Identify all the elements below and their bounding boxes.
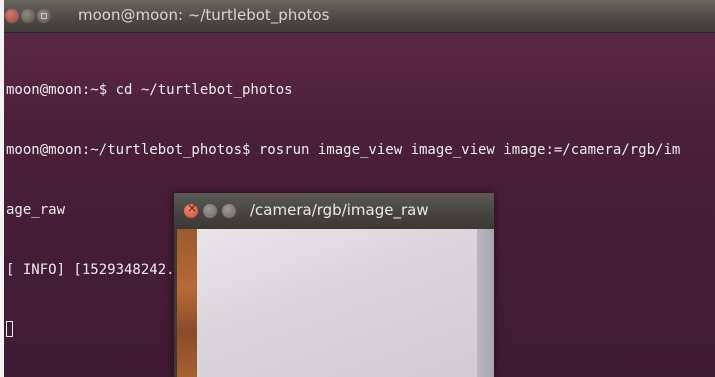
close-icon[interactable] (184, 201, 198, 218)
minimize-icon[interactable] (21, 9, 35, 23)
viewer-titlebar[interactable]: /camera/rgb/image_raw (174, 193, 494, 229)
camera-image (177, 229, 494, 377)
terminal-title: moon@moon: ~/turtlebot_photos (78, 6, 330, 24)
maximize-icon[interactable] (222, 204, 236, 218)
screen-photo: moon@moon: ~/turtlebot_photos moon@moon:… (0, 0, 715, 377)
terminal-line: moon@moon:~/turtlebot_photos$ rosrun ima… (6, 142, 681, 158)
text-cursor (6, 321, 13, 337)
minimize-icon[interactable] (203, 204, 217, 218)
viewer-title: /camera/rgb/image_raw (250, 201, 429, 219)
close-icon[interactable] (5, 9, 19, 23)
image-viewer-window[interactable]: /camera/rgb/image_raw (174, 193, 494, 377)
terminal-titlebar[interactable]: moon@moon: ~/turtlebot_photos (4, 0, 715, 33)
image-wall-region (197, 229, 477, 377)
image-wood-region (177, 229, 197, 377)
image-edge-region (477, 229, 494, 377)
maximize-icon[interactable] (37, 9, 51, 23)
terminal-line: moon@moon:~$ cd ~/turtlebot_photos (6, 82, 293, 98)
